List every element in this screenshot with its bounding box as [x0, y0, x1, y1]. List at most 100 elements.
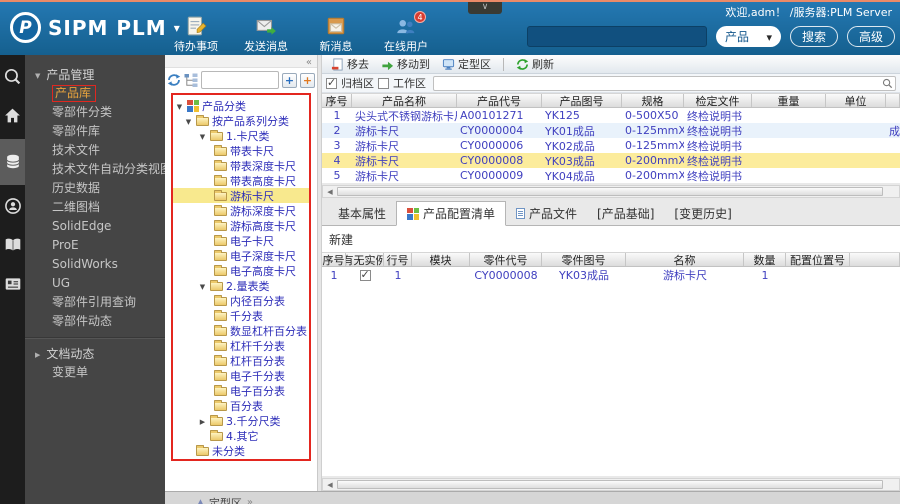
- tree-item[interactable]: 内径百分表: [173, 293, 309, 308]
- tab-basic-props[interactable]: 基本属性: [328, 202, 396, 225]
- scrollbar-thumb[interactable]: [337, 187, 883, 196]
- product-row[interactable]: 5游标卡尺CY0000009YK04成品0-200mmX0.02..终检说明书: [322, 168, 900, 183]
- col-part-drawing[interactable]: 零件图号: [542, 253, 626, 266]
- product-row[interactable]: 3游标卡尺CY0000006YK02成品0-125mmX0.02终检说明书: [322, 138, 900, 153]
- tree-root[interactable]: 产品分类: [173, 98, 309, 113]
- scrollbar-thumb[interactable]: [337, 480, 883, 489]
- sidebar-item-change-order[interactable]: 变更单: [25, 363, 165, 382]
- tree-item[interactable]: 带表深度卡尺: [173, 158, 309, 173]
- tree-item[interactable]: 游标深度卡尺: [173, 203, 309, 218]
- tab-change-history[interactable]: [变更历史]: [664, 202, 741, 225]
- tab-product-files[interactable]: 产品文件: [506, 202, 587, 225]
- col-seq[interactable]: 序号: [322, 253, 346, 266]
- sidebar-item-ug[interactable]: UG: [25, 274, 165, 293]
- tree-item[interactable]: 电子卡尺: [173, 233, 309, 248]
- sidebar-section-product-mgmt[interactable]: 产品管理: [25, 64, 165, 84]
- tree-item[interactable]: 百分表: [173, 398, 309, 413]
- col-has-instance[interactable]: 有无实例: [346, 253, 384, 266]
- sidebar-item-history-data[interactable]: 历史数据: [25, 179, 165, 198]
- tree-item[interactable]: 4.其它: [173, 428, 309, 443]
- new-button[interactable]: 新建: [322, 226, 353, 252]
- search-category-dropdown[interactable]: 产品: [715, 26, 781, 47]
- sidebar-item-part-library[interactable]: 零部件库: [25, 122, 165, 141]
- scroll-left-icon[interactable]: [323, 481, 337, 489]
- tree-item[interactable]: 未分类: [173, 443, 309, 458]
- advanced-search-button[interactable]: 高级: [846, 26, 895, 47]
- tree-item[interactable]: 2.量表类: [173, 278, 309, 293]
- new-message-button[interactable]: 新消息: [308, 15, 364, 54]
- col-check-doc[interactable]: 检定文件: [684, 94, 752, 107]
- col-line-no[interactable]: 行号: [384, 253, 412, 266]
- sidebar-item-solidworks[interactable]: SolidWorks: [25, 255, 165, 274]
- tree-item[interactable]: 带表高度卡尺: [173, 173, 309, 188]
- sipm-logo-icon[interactable]: [0, 61, 25, 91]
- sidebar-item-tech-doc-auto-view[interactable]: 技术文件自动分类视图: [25, 160, 165, 179]
- fixed-area-bottom-bar[interactable]: 定型区: [165, 491, 900, 504]
- database-icon[interactable]: [0, 139, 25, 185]
- tree-item[interactable]: 杠杆千分表: [173, 338, 309, 353]
- global-search-input[interactable]: [526, 26, 707, 47]
- online-users-button[interactable]: 4 在线用户: [378, 11, 434, 54]
- sidebar-item-proe[interactable]: ProE: [25, 236, 165, 255]
- scroll-left-icon[interactable]: [323, 188, 337, 196]
- product-row[interactable]: 1 尖头式不锈钢游标卡尺 A00101271 YK125 0-500X50 终检说明书: [322, 108, 900, 123]
- sidebar-item-part-category[interactable]: 零部件分类: [25, 103, 165, 122]
- todo-button[interactable]: 待办事项: [168, 15, 224, 54]
- tree-filter-input[interactable]: [201, 71, 279, 89]
- sidebar-item-part-reference-query[interactable]: 零部件引用查询: [25, 293, 165, 312]
- tree-item[interactable]: 千分表: [173, 308, 309, 323]
- sidebar-section-doc-activity[interactable]: 文档动态: [25, 343, 165, 363]
- sidebar-item-part-activity[interactable]: 零部件动态: [25, 312, 165, 331]
- col-qty[interactable]: 数量: [744, 253, 786, 266]
- tree-item[interactable]: 电子高度卡尺: [173, 263, 309, 278]
- col-position[interactable]: 配置位置号: [786, 253, 850, 266]
- tree-item[interactable]: 3.千分尺类: [173, 413, 309, 428]
- col-part-code[interactable]: 零件代号: [470, 253, 542, 266]
- app-logo[interactable]: P SIPM PLM: [10, 12, 180, 43]
- col-product-name[interactable]: 产品名称: [352, 94, 457, 107]
- col-weight[interactable]: 重量: [752, 94, 826, 107]
- expand-all-button[interactable]: [282, 72, 297, 88]
- tree-item[interactable]: 1.卡尺类: [173, 128, 309, 143]
- config-row[interactable]: 1 1 CY0000008 YK03成品 游标卡尺 1: [322, 267, 900, 283]
- col-name[interactable]: 名称: [626, 253, 744, 266]
- col-product-code[interactable]: 产品代号: [457, 94, 542, 107]
- fixed-area-button[interactable]: 定型区: [437, 55, 496, 73]
- book-icon[interactable]: [0, 230, 25, 260]
- tree-item[interactable]: 数显杠杆百分表: [173, 323, 309, 338]
- product-search-input[interactable]: [433, 75, 896, 91]
- tab-product-base[interactable]: [产品基础]: [587, 202, 664, 225]
- collapse-panel-icon[interactable]: [306, 55, 312, 68]
- send-message-button[interactable]: 发送消息: [238, 15, 294, 54]
- add-category-button[interactable]: [300, 72, 315, 88]
- tree-item[interactable]: 电子深度卡尺: [173, 248, 309, 263]
- col-spec[interactable]: 规格: [622, 94, 684, 107]
- sidebar-item-2d-drawings[interactable]: 二维图档: [25, 198, 165, 217]
- tree-item[interactable]: 电子百分表: [173, 383, 309, 398]
- tree-item[interactable]: 杠杆百分表: [173, 353, 309, 368]
- refresh-button[interactable]: 刷新: [511, 55, 559, 73]
- sidebar-item-product-library[interactable]: 产品库: [25, 84, 165, 103]
- col-unit[interactable]: 单位: [826, 94, 886, 107]
- col-product-drawing[interactable]: 产品图号: [542, 94, 622, 107]
- tab-product-config-list[interactable]: 产品配置清单: [396, 201, 507, 226]
- archive-checkbox[interactable]: [326, 76, 337, 89]
- product-row[interactable]: 2游标卡尺CY0000004YK01成品0-125mmX0.05..终检说明书成: [322, 123, 900, 138]
- tree-item[interactable]: 按产品系列分类: [173, 113, 309, 128]
- tree-item[interactable]: 电子千分表: [173, 368, 309, 383]
- tree-view-icon[interactable]: [184, 73, 198, 87]
- id-card-icon[interactable]: [0, 269, 25, 299]
- product-row-selected[interactable]: 4游标卡尺CY0000008YK03成品0-200mmX0.05终检说明书: [322, 153, 900, 168]
- tree-item-selected[interactable]: 游标卡尺: [173, 188, 309, 203]
- col-seq[interactable]: 序号: [322, 94, 352, 107]
- topbar-collapse-notch[interactable]: [468, 2, 502, 14]
- col-module[interactable]: 模块: [412, 253, 470, 266]
- support-icon[interactable]: [0, 191, 25, 221]
- sidebar-item-tech-docs[interactable]: 技术文件: [25, 141, 165, 160]
- tree-item[interactable]: 带表卡尺: [173, 143, 309, 158]
- sidebar-item-solidedge[interactable]: SolidEdge: [25, 217, 165, 236]
- instance-checkbox[interactable]: [359, 269, 371, 281]
- remove-button[interactable]: 移去: [326, 55, 374, 73]
- tree-item[interactable]: 游标高度卡尺: [173, 218, 309, 233]
- search-button[interactable]: 搜索: [789, 26, 838, 47]
